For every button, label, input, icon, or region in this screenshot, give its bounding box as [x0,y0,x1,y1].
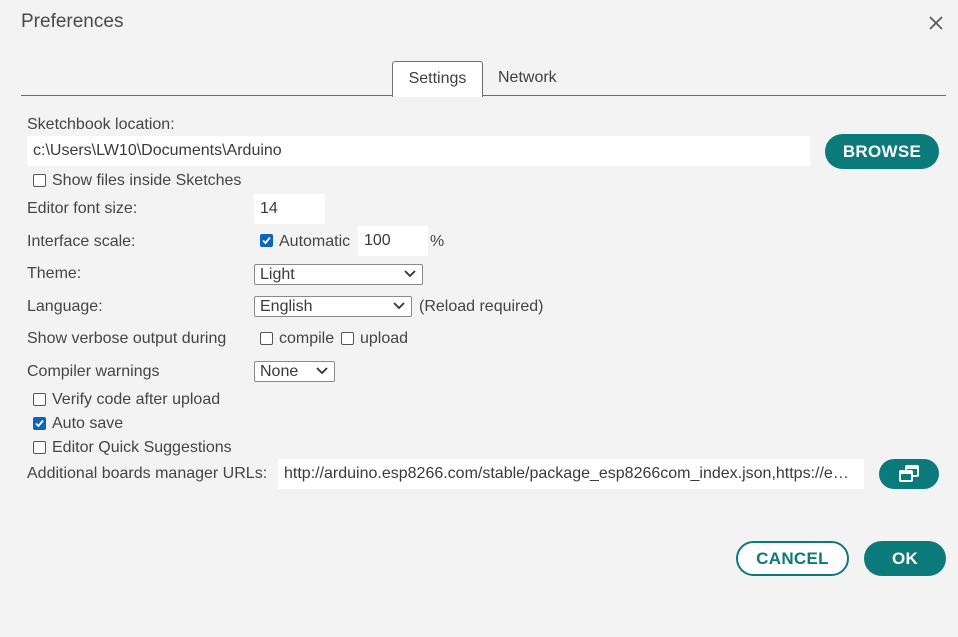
language-select-value: English [260,298,313,315]
interface-scale-input[interactable] [358,226,428,256]
theme-select[interactable]: Light [254,264,423,285]
boards-urls-input[interactable] [278,459,864,489]
verify-code-checkbox[interactable] [33,393,46,406]
theme-label: Theme: [27,265,82,282]
quick-suggestions-label: Editor Quick Suggestions [52,439,232,456]
quick-suggestions-checkbox[interactable] [33,441,46,454]
ok-button[interactable]: OK [864,541,946,576]
tab-divider [21,95,946,96]
cancel-button[interactable]: CANCEL [736,541,849,576]
auto-save-checkbox[interactable] [33,417,46,430]
language-reload-note: (Reload required) [419,298,544,315]
compiler-warnings-select[interactable]: None [254,361,335,382]
interface-scale-label: Interface scale: [27,233,136,250]
font-size-label: Editor font size: [27,200,138,217]
check-icon [35,419,44,428]
chevron-down-icon [404,270,416,278]
chevron-down-icon [393,302,405,310]
show-files-checkbox[interactable] [33,174,46,187]
font-size-input[interactable] [254,194,325,224]
sketchbook-location-input[interactable] [27,136,810,166]
automatic-label: Automatic [279,233,351,250]
language-select[interactable]: English [254,296,412,317]
chevron-down-icon [316,367,328,375]
auto-save-label: Auto save [52,415,124,432]
dialog-title: Preferences [21,11,124,32]
scale-unit-label: % [430,233,445,250]
sketchbook-location-label: Sketchbook location: [27,116,175,133]
compiler-warnings-label: Compiler warnings [27,363,160,380]
language-label: Language: [27,298,103,315]
verbose-output-label: Show verbose output during [27,330,227,347]
open-window-icon [899,465,919,482]
tab-network[interactable]: Network [498,61,557,95]
upload-label: upload [360,330,409,347]
boards-urls-label: Additional boards manager URLs: [27,465,268,482]
show-files-label: Show files inside Sketches [52,172,242,189]
open-boards-urls-button[interactable] [879,459,939,489]
compile-label: compile [279,330,335,347]
compiler-warnings-value: None [260,363,299,380]
upload-checkbox[interactable] [341,332,354,345]
verify-code-label: Verify code after upload [52,391,221,408]
browse-button[interactable]: BROWSE [825,134,939,169]
check-icon [262,236,271,245]
theme-select-value: Light [260,266,295,283]
tab-settings[interactable]: Settings [392,61,483,97]
compile-checkbox[interactable] [260,332,273,345]
automatic-checkbox[interactable] [260,234,273,247]
close-icon[interactable] [925,12,947,34]
